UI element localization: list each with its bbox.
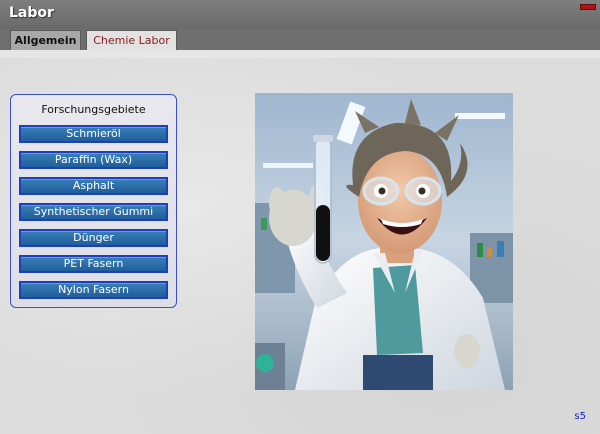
tab-chemie-labor[interactable]: Chemie Labor [86,30,177,50]
research-button-synthetischer-gummi[interactable]: Synthetischer Gummi [19,203,168,221]
research-button-duenger[interactable]: Dünger [19,229,168,247]
scientist-illustration [255,93,513,390]
research-button-pet-fasern[interactable]: PET Fasern [19,255,168,273]
research-button-paraffin[interactable]: Paraffin (Wax) [19,151,168,169]
research-panel-title: Forschungsgebiete [41,103,146,116]
version-label: s5 [574,411,586,422]
tab-strip: Allgemein Chemie Labor [0,29,600,50]
tab-allgemein[interactable]: Allgemein [10,30,81,50]
research-panel: Forschungsgebiete Schmieröl Paraffin (Wa… [10,94,177,308]
close-icon[interactable] [580,4,596,10]
title-bar: Labor [0,0,600,29]
window-title: Labor [9,5,54,21]
content-area: Forschungsgebiete Schmieröl Paraffin (Wa… [0,50,600,434]
research-button-nylon-fasern[interactable]: Nylon Fasern [19,281,168,299]
research-button-asphalt[interactable]: Asphalt [19,177,168,195]
research-button-schmieroel[interactable]: Schmieröl [19,125,168,143]
